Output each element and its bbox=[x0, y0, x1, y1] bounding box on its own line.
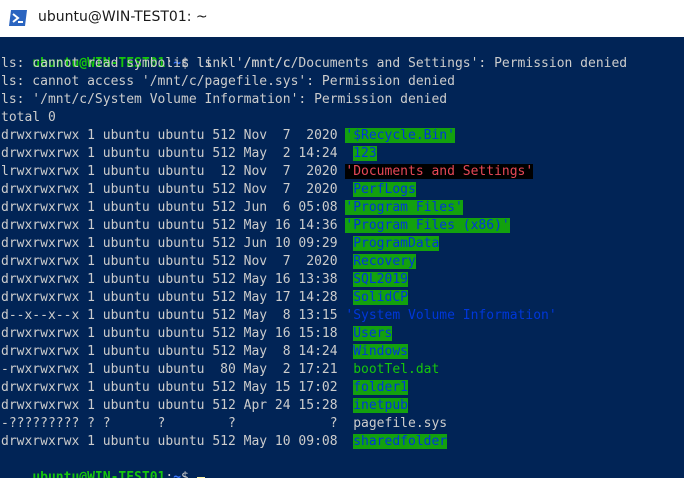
list-item: drwxrwxrwx 1 ubuntu ubuntu 512 Apr 24 15… bbox=[1, 397, 408, 415]
list-item: drwxrwxrwx 1 ubuntu ubuntu 512 Nov 7 202… bbox=[1, 253, 416, 271]
prompt-cwd: ~ bbox=[173, 470, 182, 478]
list-item: drwxrwxrwx 1 ubuntu ubuntu 512 Jun 6 05:… bbox=[1, 199, 463, 217]
error-line: ls: '/mnt/c/System Volume Information': … bbox=[1, 92, 448, 107]
window-titlebar: ubuntu@WIN-TEST01: ~ bbox=[0, 0, 684, 37]
prompt-dollar: $ bbox=[181, 470, 197, 478]
entry-name: 'Program Files (x86)' bbox=[345, 218, 510, 233]
list-item: drwxrwxrwx 1 ubuntu ubuntu 512 May 10 09… bbox=[1, 433, 448, 451]
list-item: drwxrwxrwx 1 ubuntu ubuntu 512 May 16 13… bbox=[1, 271, 408, 289]
command-line: ubuntu@WIN-TEST01:~$ ls -l /mnt/c bbox=[1, 37, 290, 71]
entry-meta: lrwxrwxrwx 1 ubuntu ubuntu 12 Nov 7 2020 bbox=[1, 164, 346, 179]
entry-name: inetpub bbox=[353, 398, 408, 413]
entry-meta: drwxrwxrwx 1 ubuntu ubuntu 512 Nov 7 202… bbox=[1, 254, 354, 269]
error-line: ls: cannot read symbolic link '/mnt/c/Do… bbox=[1, 56, 628, 71]
entry-meta: drwxrwxrwx 1 ubuntu ubuntu 512 May 16 15… bbox=[1, 326, 354, 341]
error-line: ls: cannot access '/mnt/c/pagefile.sys':… bbox=[1, 74, 455, 89]
entry-name: pagefile.sys bbox=[353, 416, 448, 431]
list-item: drwxrwxrwx 1 ubuntu ubuntu 512 May 17 14… bbox=[1, 289, 408, 307]
entry-name: 123 bbox=[353, 146, 377, 161]
list-item: drwxrwxrwx 1 ubuntu ubuntu 512 May 2 14:… bbox=[1, 145, 377, 163]
list-item: d--x--x--x 1 ubuntu ubuntu 512 May 8 13:… bbox=[1, 307, 557, 325]
entry-name: bootTel.dat bbox=[353, 362, 440, 377]
entry-meta: drwxrwxrwx 1 ubuntu ubuntu 512 Jun 6 05:… bbox=[1, 200, 346, 215]
entry-meta: -rwxrwxrwx 1 ubuntu ubuntu 80 May 2 17:2… bbox=[1, 362, 354, 377]
entry-name: 'Program Files' bbox=[345, 200, 463, 215]
entry-name: 'System Volume Information' bbox=[345, 308, 557, 323]
entry-name: SolidCP bbox=[353, 290, 408, 305]
entry-meta: d--x--x--x 1 ubuntu ubuntu 512 May 8 13:… bbox=[1, 308, 346, 323]
list-item: -????????? ? ? ? ? ? pagefile.sys bbox=[1, 415, 447, 433]
powershell-terminal-icon bbox=[9, 10, 27, 26]
entry-name: sharedfolder bbox=[353, 434, 448, 449]
list-item: drwxrwxrwx 1 ubuntu ubuntu 512 May 16 15… bbox=[1, 325, 393, 343]
entry-meta: drwxrwxrwx 1 ubuntu ubuntu 512 May 16 13… bbox=[1, 272, 354, 287]
list-item: drwxrwxrwx 1 ubuntu ubuntu 512 Nov 7 202… bbox=[1, 181, 416, 199]
entry-meta: drwxrwxrwx 1 ubuntu ubuntu 512 May 17 14… bbox=[1, 290, 354, 305]
total-line: total 0 bbox=[1, 110, 56, 125]
entry-name: Users bbox=[353, 326, 393, 341]
list-item: drwxrwxrwx 1 ubuntu ubuntu 512 Jun 10 09… bbox=[1, 235, 440, 253]
entry-name: 'Documents and Settings' bbox=[345, 164, 534, 179]
entry-meta: drwxrwxrwx 1 ubuntu ubuntu 512 May 8 14:… bbox=[1, 344, 354, 359]
entry-meta: drwxrwxrwx 1 ubuntu ubuntu 512 Nov 7 202… bbox=[1, 182, 354, 197]
list-item: lrwxrwxrwx 1 ubuntu ubuntu 12 Nov 7 2020… bbox=[1, 163, 534, 181]
entry-name: SQL2019 bbox=[353, 272, 408, 287]
final-prompt-line[interactable]: ubuntu@WIN-TEST01:~$ bbox=[1, 451, 205, 478]
list-item: drwxrwxrwx 1 ubuntu ubuntu 512 Nov 7 202… bbox=[1, 127, 455, 145]
entry-meta: drwxrwxrwx 1 ubuntu ubuntu 512 May 2 14:… bbox=[1, 146, 354, 161]
entry-meta: drwxrwxrwx 1 ubuntu ubuntu 512 Nov 7 202… bbox=[1, 128, 346, 143]
list-item: drwxrwxrwx 1 ubuntu ubuntu 512 May 8 14:… bbox=[1, 343, 408, 361]
list-item: drwxrwxrwx 1 ubuntu ubuntu 512 May 16 14… bbox=[1, 217, 510, 235]
entry-name: '$Recycle.Bin' bbox=[345, 128, 455, 143]
terminal-area[interactable]: ubuntu@WIN-TEST01:~$ ls -l /mnt/c ls: ca… bbox=[0, 37, 684, 478]
list-item: -rwxrwxrwx 1 ubuntu ubuntu 80 May 2 17:2… bbox=[1, 361, 439, 379]
entry-meta: -????????? ? ? ? ? ? bbox=[1, 416, 354, 431]
entry-name: ProgramData bbox=[353, 236, 440, 251]
entry-name: Windows bbox=[353, 344, 408, 359]
entry-name: PerfLogs bbox=[353, 182, 416, 197]
entry-meta: drwxrwxrwx 1 ubuntu ubuntu 512 Jun 10 09… bbox=[1, 236, 354, 251]
entry-meta: drwxrwxrwx 1 ubuntu ubuntu 512 May 15 17… bbox=[1, 380, 354, 395]
entry-meta: drwxrwxrwx 1 ubuntu ubuntu 512 May 10 09… bbox=[1, 434, 354, 449]
list-item: drwxrwxrwx 1 ubuntu ubuntu 512 May 15 17… bbox=[1, 379, 408, 397]
window-title: ubuntu@WIN-TEST01: ~ bbox=[38, 9, 208, 25]
entry-meta: drwxrwxrwx 1 ubuntu ubuntu 512 May 16 14… bbox=[1, 218, 346, 233]
entry-name: folder1 bbox=[353, 380, 408, 395]
entry-meta: drwxrwxrwx 1 ubuntu ubuntu 512 Apr 24 15… bbox=[1, 398, 354, 413]
prompt-user: ubuntu@WIN-TEST01 bbox=[32, 470, 166, 478]
entry-name: Recovery bbox=[353, 254, 416, 269]
